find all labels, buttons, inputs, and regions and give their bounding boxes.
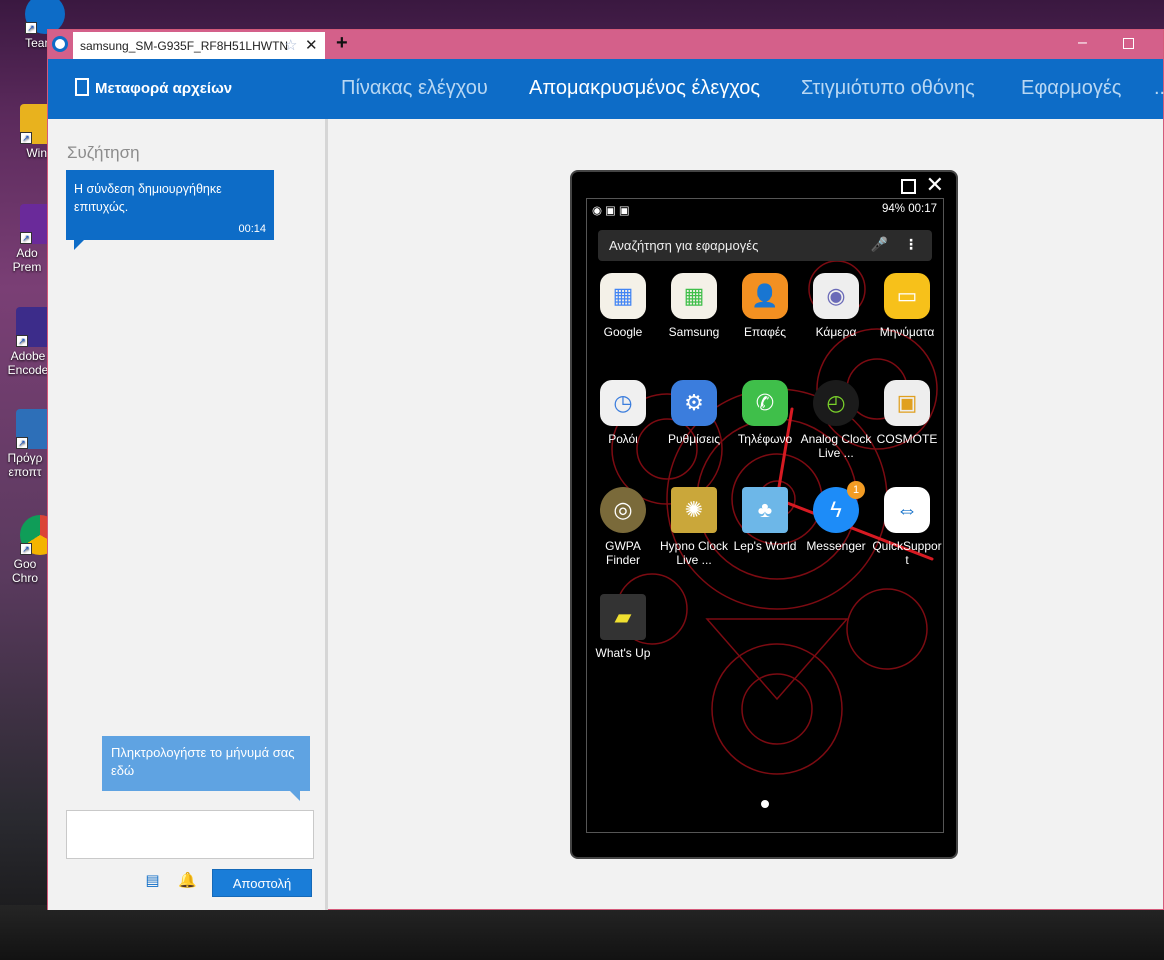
notification-badge: 1 xyxy=(847,481,865,499)
phone-icon: ✆ xyxy=(742,380,788,426)
app-label: Analog Clock Live ... xyxy=(800,432,872,460)
more-options-icon[interactable]: ⋮ xyxy=(904,236,918,253)
app-label: Μηνύματα xyxy=(879,325,935,339)
chat-input-hint: Πληκτρολογήστε το μήνυμά σας εδώ xyxy=(102,736,310,801)
sim-card-icon: ▣ xyxy=(884,380,930,426)
remote-device-frame: ✕ ◉▣▣ 94% 00:17 Αναζήτηση για εφαρμογές … xyxy=(570,170,958,859)
quicksupport-icon: ⇔ xyxy=(884,487,930,533)
hypno-clock-icon: ✺ xyxy=(671,487,717,533)
chat-message-text: Η σύνδεση δημιουργήθηκε επιτυχώς. xyxy=(74,182,222,214)
desktop-ground xyxy=(0,905,1164,960)
nav-screenshot[interactable]: Στιγμιότυπο οθόνης xyxy=(801,77,975,100)
app-label: Ρυθμίσεις xyxy=(667,432,721,446)
app-label: What's Up xyxy=(595,646,651,660)
app-label: Ρολόι xyxy=(608,432,638,446)
messages-icon: ▭ xyxy=(884,273,930,319)
settings-icon: ⚙ xyxy=(671,380,717,426)
nav-dashboard[interactable]: Πίνακας ελέγχου xyxy=(341,77,488,100)
app-messenger[interactable]: ϟ 1 Messenger xyxy=(800,481,872,553)
app-label: Lep's World xyxy=(733,539,797,553)
bubble-tail xyxy=(74,240,84,250)
chat-panel: Συζήτηση Η σύνδεση δημιουργήθηκε επιτυχώ… xyxy=(48,119,328,910)
app-google[interactable]: ▦ Google xyxy=(587,273,659,339)
nav-apps[interactable]: Εφαρμογές xyxy=(1021,77,1121,100)
nav-more[interactable]: ... xyxy=(1154,77,1164,100)
app-label: Google xyxy=(603,325,643,339)
hint-tail xyxy=(290,791,300,801)
alarm-bell-icon[interactable]: 🔔 xyxy=(178,872,197,889)
chat-message: Η σύνδεση δημιουργήθηκε επιτυχώς. 00:14 xyxy=(66,170,274,250)
status-bar: ◉▣▣ 94% 00:17 xyxy=(587,199,943,221)
close-tab-icon[interactable]: ✕ xyxy=(305,36,318,54)
google-folder-icon: ▦ xyxy=(600,273,646,319)
app-search-placeholder: Αναζήτηση για εφαρμογές xyxy=(609,238,759,253)
whatsup-icon: ▰ xyxy=(600,594,646,640)
desktop-icon-label: Ado Prem xyxy=(12,246,42,274)
microphone-icon[interactable]: 🎤 xyxy=(871,236,888,253)
teamviewer-logo-icon xyxy=(52,36,68,52)
app-cosmote[interactable]: ▣ COSMOTE xyxy=(871,380,943,446)
popout-icon[interactable] xyxy=(901,179,916,194)
app-label: Samsung xyxy=(668,325,720,339)
nav-remote-control[interactable]: Απομακρυσμένος έλεγχος xyxy=(529,77,760,100)
close-icon[interactable]: ✕ xyxy=(926,173,944,197)
chat-message-time: 00:14 xyxy=(238,223,266,235)
app-label: Τηλέφωνο xyxy=(737,432,793,446)
session-tab[interactable]: samsung_SM-G935F_RF8H51LHWTN ☆ ✕ xyxy=(73,32,325,59)
top-nav: Μεταφορά αρχείων Πίνακας ελέγχου Απομακρ… xyxy=(48,59,1164,119)
leps-world-icon: ♣ xyxy=(742,487,788,533)
app-label: COSMOTE xyxy=(876,432,938,446)
app-phone[interactable]: ✆ Τηλέφωνο xyxy=(729,380,801,446)
status-notification-icons: ◉▣▣ xyxy=(592,205,633,217)
star-icon[interactable]: ☆ xyxy=(284,36,297,54)
app-leps-world[interactable]: ♣ Lep's World xyxy=(729,487,801,553)
maximize-button[interactable] xyxy=(1123,38,1134,49)
contacts-icon: 👤 xyxy=(742,273,788,319)
status-battery-time: 94% 00:17 xyxy=(882,203,937,215)
teamviewer-window: samsung_SM-G935F_RF8H51LHWTN ☆ ✕ + – Μετ… xyxy=(47,29,1164,910)
app-label: Messenger xyxy=(806,539,866,553)
app-clock[interactable]: ◷ Ρολόι xyxy=(587,380,659,446)
app-label: GWPA Finder xyxy=(605,539,641,567)
app-hypno-clock[interactable]: ✺ Hypno Clock Live ... xyxy=(658,487,730,567)
minimize-button[interactable]: – xyxy=(1078,34,1087,52)
app-label: QuickSupport xyxy=(872,539,942,567)
send-button[interactable]: Αποστολή xyxy=(212,869,312,897)
page-indicator xyxy=(761,800,769,808)
app-contacts[interactable]: 👤 Επαφές xyxy=(729,273,801,339)
desktop-icon-label: Goo Chro xyxy=(11,557,38,585)
samsung-folder-icon: ▦ xyxy=(671,273,717,319)
clock-icon: ◷ xyxy=(600,380,646,426)
gwpa-finder-icon: ◎ xyxy=(600,487,646,533)
device-screen[interactable]: ◉▣▣ 94% 00:17 Αναζήτηση για εφαρμογές 🎤 … xyxy=(586,198,944,833)
app-settings[interactable]: ⚙ Ρυθμίσεις xyxy=(658,380,730,446)
camera-icon: ◉ xyxy=(813,273,859,319)
app-search-bar[interactable]: Αναζήτηση για εφαρμογές 🎤 ⋮ xyxy=(598,230,932,261)
file-transfer-button[interactable]: Μεταφορά αρχείων xyxy=(75,78,232,97)
app-analog-clock[interactable]: ◴ Analog Clock Live ... xyxy=(800,380,872,460)
app-label: Hypno Clock Live ... xyxy=(659,539,729,567)
app-messages[interactable]: ▭ Μηνύματα xyxy=(871,273,943,339)
new-tab-button[interactable]: + xyxy=(336,32,348,55)
app-quicksupport[interactable]: ⇔ QuickSupport xyxy=(871,487,943,567)
file-attach-icon[interactable]: ▤ xyxy=(144,872,161,889)
file-transfer-icon xyxy=(75,78,89,96)
app-label: Κάμερα xyxy=(815,325,857,339)
app-samsung[interactable]: ▦ Samsung xyxy=(658,273,730,339)
messenger-icon: ϟ 1 xyxy=(813,481,865,533)
app-camera[interactable]: ◉ Κάμερα xyxy=(800,273,872,339)
title-bar[interactable]: samsung_SM-G935F_RF8H51LHWTN ☆ ✕ + – xyxy=(48,30,1163,59)
app-whats-up[interactable]: ▰ What's Up xyxy=(587,594,659,660)
desktop-icon-label: Πρόγρ εποπτ xyxy=(7,451,43,479)
analog-clock-icon: ◴ xyxy=(813,380,859,426)
chat-title: Συζήτηση xyxy=(67,143,140,162)
session-tab-title: samsung_SM-G935F_RF8H51LHWTN xyxy=(80,39,289,53)
chat-message-input[interactable] xyxy=(66,810,314,859)
app-gwpa-finder[interactable]: ◎ GWPA Finder xyxy=(587,487,659,567)
app-label: Επαφές xyxy=(744,325,786,339)
chat-input-hint-text: Πληκτρολογήστε το μήνυμά σας εδώ xyxy=(111,745,295,778)
desktop-icon-label: Adobe Encode xyxy=(7,349,49,377)
file-transfer-label: Μεταφορά αρχείων xyxy=(95,80,233,97)
